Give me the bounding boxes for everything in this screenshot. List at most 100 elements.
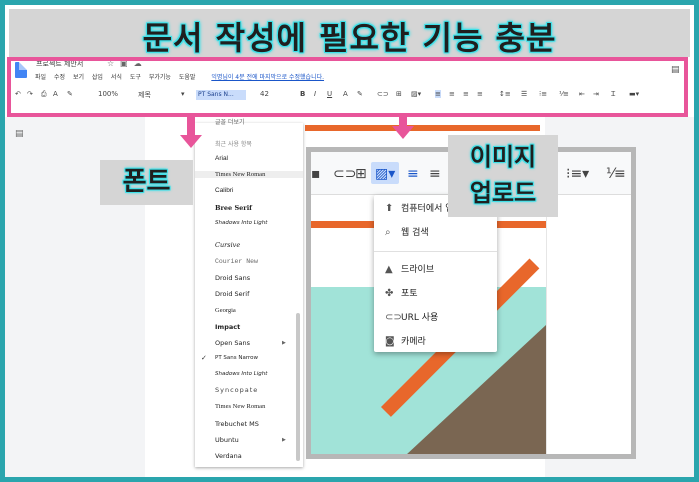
drive-item[interactable]: ▲ 드라이브 [385,262,434,275]
link-icon[interactable]: ⊂⊃ [333,166,356,182]
link-icon[interactable]: ⊂⊃ [377,90,389,98]
italic-icon[interactable]: I [314,90,316,98]
last-edit-link[interactable]: 익명님이 4분 전에 마지막으로 수정했습니다. [211,74,324,81]
clear-format-icon[interactable]: Ꮖ [611,90,616,99]
image-icon[interactable]: ▨▾ [375,166,395,182]
paint-format-icon[interactable]: ✎ [67,90,73,98]
bold-icon[interactable]: B [300,90,305,98]
numbered-list-icon[interactable]: ⅟≡ [606,166,626,182]
numbered-list-icon[interactable]: ⅟≡ [559,90,569,98]
bulleted-list-icon[interactable]: ⁝≡ [539,90,547,98]
down-arrow-icon [180,135,202,148]
font-item[interactable]: Syncopate [215,386,258,394]
menu-bar: 파일 수정 보기 삽입 서식 도구 부가기능 도움말 익명님이 4분 전에 마지… [35,72,330,81]
redo-icon[interactable]: ↷ [27,90,33,98]
menu-tools[interactable]: 도구 [130,74,141,81]
down-arrow-icon [392,126,414,139]
font-item[interactable]: Cursive [215,241,240,249]
url-item[interactable]: ⊂⊃URL 사용 [385,310,438,323]
menu-view[interactable]: 보기 [73,74,84,81]
comment-icon[interactable]: ▤ [671,65,680,75]
undo-icon[interactable]: ↶ [15,90,21,98]
more-icon: ▪ [311,166,321,182]
increase-indent-icon[interactable]: ⇥ [593,90,599,98]
align-right-icon[interactable]: ≡ [463,90,469,98]
font-item[interactable]: PT Sans Narrow [215,355,258,361]
add-comment-icon[interactable]: ⊞ [355,166,367,182]
font-item[interactable]: Shadows Into Light [215,220,267,226]
document-title[interactable]: 프로젝트 제안서 [36,59,83,69]
font-item[interactable]: Verdana [215,452,242,460]
font-item[interactable]: Times New Roman [215,403,265,410]
font-item[interactable]: Trebuchet MS [215,420,259,428]
outline-icon[interactable]: ▤ [15,129,24,139]
web-search-item[interactable]: ⌕ 웹 검색 [385,225,429,238]
checkmark-icon: ✓ [201,354,207,362]
menu-insert[interactable]: 삽입 [92,74,103,81]
bulleted-list-icon[interactable]: ⁝≡▾ [566,166,589,182]
align-center-icon[interactable]: ≡ [429,166,441,182]
line-spacing-icon[interactable]: ↕≡ [499,90,511,98]
docs-logo-icon[interactable] [15,62,27,78]
underline-icon[interactable]: U [327,90,332,98]
recent-fonts-header: 최근 사용 항목 [215,141,252,148]
link-icon: ⊂⊃ [385,312,402,323]
checklist-icon[interactable]: ☰ [521,90,527,98]
font-item[interactable]: Bree Serif [215,204,252,212]
align-left-icon[interactable]: ≡ [407,166,419,182]
menu-addons[interactable]: 부가기능 [149,74,171,81]
align-left-icon[interactable]: ≡ [435,90,441,98]
photos-item[interactable]: ✤ 포토 [385,286,418,299]
add-comment-icon[interactable]: ⊞ [396,90,402,98]
menu-help[interactable]: 도움말 [179,74,196,81]
font-item[interactable]: Shadows Into Light [215,371,267,377]
text-color-icon[interactable]: A [343,90,348,98]
font-item[interactable]: Ubuntu [215,436,239,444]
stage: 문서 작성에 필요한 기능 충분 프로젝트 제안서 ☆ ▣ ☁ 파일 수정 보기 삽… [5,5,694,477]
folder-icon[interactable]: ▣ [120,59,128,68]
camera-icon: ◙ [385,336,395,347]
title-icons: ☆ ▣ ☁ [107,59,148,68]
chevron-down-icon[interactable]: ▾ [181,90,185,98]
camera-item[interactable]: ◙ 카메라 [385,334,426,347]
font-size-select[interactable]: 42 [260,90,269,98]
cloud-icon: ☁ [133,59,142,68]
highlight-icon[interactable]: ✎ [357,90,363,98]
insert-image-menu: ⬆ 컴퓨터에서 업로드 ⌕ 웹 검색 ▲ 드라이브 ✤ 포토 ⊂⊃URL 사용 ◙ 카메라 [374,195,497,352]
font-item[interactable]: Droid Sans [215,274,250,282]
font-item[interactable]: Courier New [215,258,258,265]
font-item[interactable]: Georgia [215,307,236,314]
align-center-icon[interactable]: ≡ [449,90,455,98]
page-edge [546,195,547,454]
image-upload-label-line1: 이미지 [469,143,537,171]
font-item[interactable]: Open Sans [215,339,250,347]
font-item[interactable]: Impact [215,323,240,331]
font-item[interactable]: Droid Serif [215,290,249,298]
style-select[interactable]: 제목 [138,90,151,100]
menu-format[interactable]: 서식 [111,74,122,81]
scrollbar[interactable] [296,313,300,461]
arrow-stem [187,117,195,137]
input-tools-icon[interactable]: ▬▾ [629,90,639,98]
insert-image-icon[interactable]: ▨▾ [411,90,421,98]
drive-icon: ▲ [385,264,393,275]
menu-edit[interactable]: 수정 [54,74,65,81]
more-fonts-item[interactable]: 글꼴 더보기 [215,117,245,126]
font-item[interactable]: Calibri [215,187,233,194]
star-icon[interactable]: ☆ [107,59,114,68]
font-select[interactable]: PT Sans N... [196,90,246,100]
zoom-select[interactable]: 100% [98,90,118,98]
print-icon[interactable]: ⎙ [41,90,47,99]
font-dropdown: 글꼴 더보기 최근 사용 항목 Arial Times New Roman Ca… [195,119,303,467]
image-upload-label: 이미지 업로드 [448,135,558,217]
menu-file[interactable]: 파일 [35,74,46,81]
submenu-arrow-icon: ▶ [282,437,286,443]
banner: 문서 작성에 필요한 기능 충분 [9,9,690,59]
font-item[interactable]: Arial [215,155,228,162]
image-upload-label-line2: 업로드 [469,179,537,207]
font-item[interactable]: Times New Roman [195,171,303,178]
spellcheck-icon[interactable]: A [53,90,58,98]
submenu-arrow-icon: ▶ [282,340,286,346]
justify-icon[interactable]: ≡ [477,90,483,98]
decrease-indent-icon[interactable]: ⇤ [579,90,585,98]
